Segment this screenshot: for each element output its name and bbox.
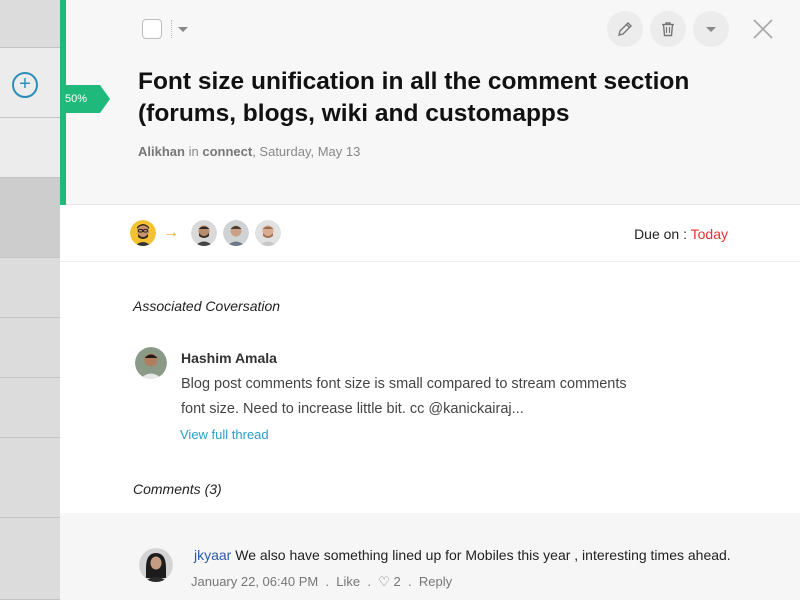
assignee-row: → Due on: Today (60, 205, 800, 262)
comment-meta: January 22, 06:40 PM . Like . ♡ 2 . Repl… (191, 574, 453, 589)
avatar-owner[interactable] (130, 220, 156, 246)
list-row[interactable] (0, 178, 60, 258)
list-row[interactable] (0, 438, 60, 518)
plus-circle-icon[interactable]: + (12, 72, 38, 98)
view-full-thread-link[interactable]: View full thread (180, 427, 269, 442)
comment-list: jkyaar We also have something lined up f… (60, 513, 800, 600)
conversation-author[interactable]: Hashim Amala (181, 350, 277, 366)
conversation-text: Blog post comments font size is small co… (181, 376, 627, 417)
divider (171, 20, 172, 38)
like-count: 2 (393, 574, 401, 589)
background-list-strip: + (0, 0, 60, 600)
avatar[interactable] (139, 548, 173, 582)
avatar[interactable] (135, 347, 167, 379)
comment-item: jkyaar We also have something lined up f… (194, 547, 731, 563)
avatar-assignee-1[interactable] (191, 220, 217, 246)
comment-text: We also have something lined up for Mobi… (235, 547, 731, 563)
edit-button[interactable] (607, 11, 643, 47)
associated-heading: Associated Coversation (133, 298, 281, 314)
task-title: Font size unification in all the comment… (138, 68, 690, 127)
due-date: Due on : Today (634, 226, 728, 242)
comments-heading: Comments (3) (133, 481, 222, 497)
close-icon[interactable] (750, 16, 776, 42)
list-row[interactable] (0, 118, 60, 178)
task-group[interactable]: connect (202, 144, 252, 159)
task-meta: Alikhan in connect, Saturday, May 13 (138, 144, 361, 159)
task-complete-checkbox[interactable] (142, 19, 162, 39)
due-label: Due on : (634, 226, 687, 242)
in-word: in (188, 144, 199, 159)
chevron-down-icon (706, 27, 716, 32)
pencil-icon (618, 22, 632, 36)
task-header: 50% Font size unification in all the com… (60, 0, 800, 205)
task-detail-panel: 50% Font size unification in all the com… (60, 0, 800, 600)
heart-icon[interactable]: ♡ (378, 574, 390, 589)
avatar-assignee-2[interactable] (223, 220, 249, 246)
comment-time: January 22, 06:40 PM (191, 574, 319, 589)
list-row[interactable] (0, 378, 60, 438)
list-row[interactable] (0, 318, 60, 378)
reply-button[interactable]: Reply (419, 574, 452, 589)
chevron-down-icon[interactable] (178, 27, 188, 32)
list-row[interactable] (0, 518, 60, 600)
arrow-right-icon: → (163, 224, 179, 241)
list-row[interactable] (0, 258, 60, 318)
more-options-button[interactable] (693, 11, 729, 47)
trash-icon (662, 22, 674, 37)
due-value[interactable]: Today (691, 226, 728, 242)
progress-flag: 50% (60, 85, 110, 113)
list-row[interactable] (0, 0, 60, 48)
avatar-assignee-3[interactable] (255, 220, 281, 246)
like-button[interactable]: Like (336, 574, 360, 589)
delete-button[interactable] (650, 11, 686, 47)
task-author[interactable]: Alikhan (138, 144, 185, 159)
task-date: Saturday, May 13 (259, 144, 361, 159)
comment-user[interactable]: jkyaar (194, 547, 231, 563)
